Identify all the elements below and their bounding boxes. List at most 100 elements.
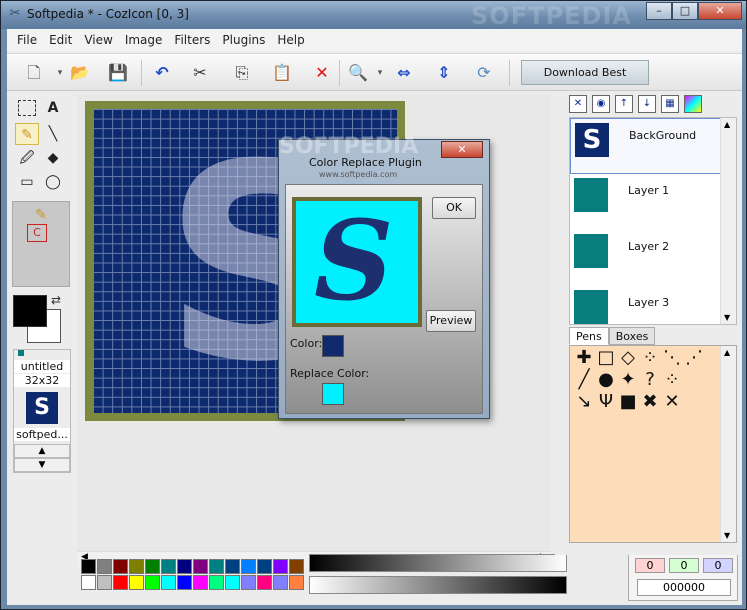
select-rect-icon[interactable] — [18, 100, 36, 116]
pen-brush[interactable]: ↘ — [574, 392, 594, 412]
palette-swatch[interactable] — [161, 575, 176, 590]
preview-button[interactable]: Preview — [426, 310, 476, 332]
thumb-scroll-up[interactable]: ▲ — [14, 444, 70, 458]
foreground-color-swatch[interactable] — [13, 295, 47, 327]
rectangle-tool-icon[interactable]: ▭ — [15, 171, 39, 193]
thumb-scroll-down[interactable]: ▼ — [14, 458, 70, 472]
palette-swatch[interactable] — [129, 559, 144, 574]
red-value[interactable]: 0 — [635, 558, 665, 573]
pen-brush[interactable]: ⋱ — [662, 348, 682, 368]
palette-swatch[interactable] — [145, 559, 160, 574]
line-tool-icon[interactable]: ╲ — [41, 123, 65, 145]
pen-brush[interactable]: ◇ — [618, 348, 638, 368]
pen-brush[interactable]: ? — [640, 370, 660, 390]
chevron-down-icon[interactable]: ▼ — [724, 531, 730, 540]
delete-layer-icon[interactable]: ✕ — [569, 95, 587, 113]
color-selector[interactable]: ⇄ — [13, 293, 65, 343]
visibility-icon[interactable]: ◉ — [592, 95, 610, 113]
palette-swatch[interactable] — [193, 559, 208, 574]
menu-image[interactable]: Image — [119, 33, 169, 47]
clear-option-icon[interactable]: C — [27, 224, 47, 242]
dialog-close-button[interactable]: ✕ — [441, 141, 483, 158]
layer-item[interactable]: Layer 1 — [570, 174, 722, 230]
undo-icon[interactable]: ↶ — [149, 60, 175, 86]
eyedropper-icon[interactable]: 🖉 — [15, 147, 39, 169]
pen-brush[interactable]: ■ — [618, 392, 638, 412]
pen-brush[interactable]: ⁘ — [662, 370, 682, 390]
color-swatch[interactable] — [322, 335, 344, 357]
layer-item[interactable]: Layer 2 — [570, 230, 722, 286]
layers-scrollbar[interactable]: ▲ ▼ — [720, 118, 736, 324]
palette-swatch[interactable] — [177, 575, 192, 590]
palette-swatch[interactable] — [193, 575, 208, 590]
palette-swatch[interactable] — [81, 559, 96, 574]
zoom-dropdown-icon[interactable]: ▾ — [367, 60, 393, 86]
palette-swatch[interactable] — [209, 559, 224, 574]
menu-filters[interactable]: Filters — [168, 33, 216, 47]
delete-icon[interactable]: ✕ — [309, 60, 335, 86]
palette-swatch[interactable] — [81, 575, 96, 590]
ellipse-tool-icon[interactable]: ◯ — [41, 171, 65, 193]
palette-swatch[interactable] — [129, 575, 144, 590]
new-file-icon[interactable]: 🗋 — [21, 60, 47, 86]
palette-swatch[interactable] — [113, 575, 128, 590]
chevron-up-icon[interactable]: ▲ — [724, 120, 730, 129]
layer-color-icon[interactable] — [684, 95, 702, 113]
pencil-tool-icon[interactable]: ✎ — [15, 123, 39, 145]
paste-icon[interactable]: 📋 — [269, 60, 295, 86]
palette-swatch[interactable] — [257, 559, 272, 574]
blue-value[interactable]: 0 — [703, 558, 733, 573]
fill-bucket-icon[interactable]: ◆ — [41, 147, 65, 169]
menu-help[interactable]: Help — [271, 33, 310, 47]
pen-brush[interactable]: ✦ — [618, 370, 638, 390]
palette-swatch[interactable] — [241, 575, 256, 590]
palette-swatch[interactable] — [273, 559, 288, 574]
close-button[interactable]: ✕ — [698, 2, 742, 20]
move-layer-up-icon[interactable]: ↑ — [615, 95, 633, 113]
chevron-down-icon[interactable]: ▼ — [724, 313, 730, 322]
palette-swatch[interactable] — [241, 559, 256, 574]
pen-brush[interactable]: ⋰ — [684, 348, 704, 368]
title-bar[interactable]: ✂ Softpedia * - CozIcon [0, 3] SOFTPEDIA… — [1, 1, 746, 30]
palette-swatch[interactable] — [209, 575, 224, 590]
chevron-up-icon[interactable]: ▲ — [724, 348, 730, 357]
open-folder-icon[interactable]: 📂 — [67, 60, 93, 86]
palette-swatch[interactable] — [97, 559, 112, 574]
palette-swatch[interactable] — [97, 575, 112, 590]
palette-swatch[interactable] — [289, 559, 304, 574]
layer-item[interactable]: Layer 3 — [570, 286, 722, 324]
replace-color-swatch[interactable] — [322, 383, 344, 405]
doc-thumbnail[interactable]: S — [26, 392, 58, 424]
move-layer-down-icon[interactable]: ↓ — [638, 95, 656, 113]
palette-swatch[interactable] — [113, 559, 128, 574]
menu-view[interactable]: View — [78, 33, 118, 47]
flip-horizontal-icon[interactable]: ⇔ — [391, 60, 417, 86]
download-best-products-button[interactable]: Download Best Products — [521, 60, 649, 102]
pen-brush[interactable]: □ — [596, 348, 616, 368]
palette-swatch[interactable] — [145, 575, 160, 590]
tab-pens[interactable]: Pens — [569, 327, 609, 345]
palette-swatch[interactable] — [177, 559, 192, 574]
pen-option-icon[interactable]: ✎ — [29, 204, 53, 226]
pen-brush[interactable]: ✖ — [640, 392, 660, 412]
save-icon[interactable]: 💾 — [105, 60, 131, 86]
gradient-bar-light[interactable] — [309, 576, 567, 594]
pen-brush[interactable]: ✚ — [574, 348, 594, 368]
menu-plugins[interactable]: Plugins — [216, 33, 271, 47]
gradient-bar-dark[interactable] — [309, 554, 567, 572]
menu-edit[interactable]: Edit — [43, 33, 78, 47]
tab-boxes[interactable]: Boxes — [608, 327, 656, 345]
ok-button[interactable]: OK — [432, 197, 476, 219]
hex-value[interactable]: 000000 — [637, 579, 731, 596]
text-tool-icon[interactable]: A — [41, 97, 65, 119]
maximize-button[interactable]: □ — [672, 2, 698, 20]
minimize-button[interactable]: – — [646, 2, 672, 20]
palette-swatch[interactable] — [257, 575, 272, 590]
flip-vertical-icon[interactable]: ⇕ — [431, 60, 457, 86]
pens-scrollbar[interactable]: ▲ ▼ — [720, 346, 736, 542]
palette-swatch[interactable] — [161, 559, 176, 574]
layer-item[interactable]: S BackGround — [570, 118, 722, 174]
pen-brush[interactable]: ⁘ — [640, 348, 660, 368]
rotate-icon[interactable]: ⟳ — [471, 60, 497, 86]
swap-colors-icon[interactable]: ⇄ — [51, 293, 61, 307]
